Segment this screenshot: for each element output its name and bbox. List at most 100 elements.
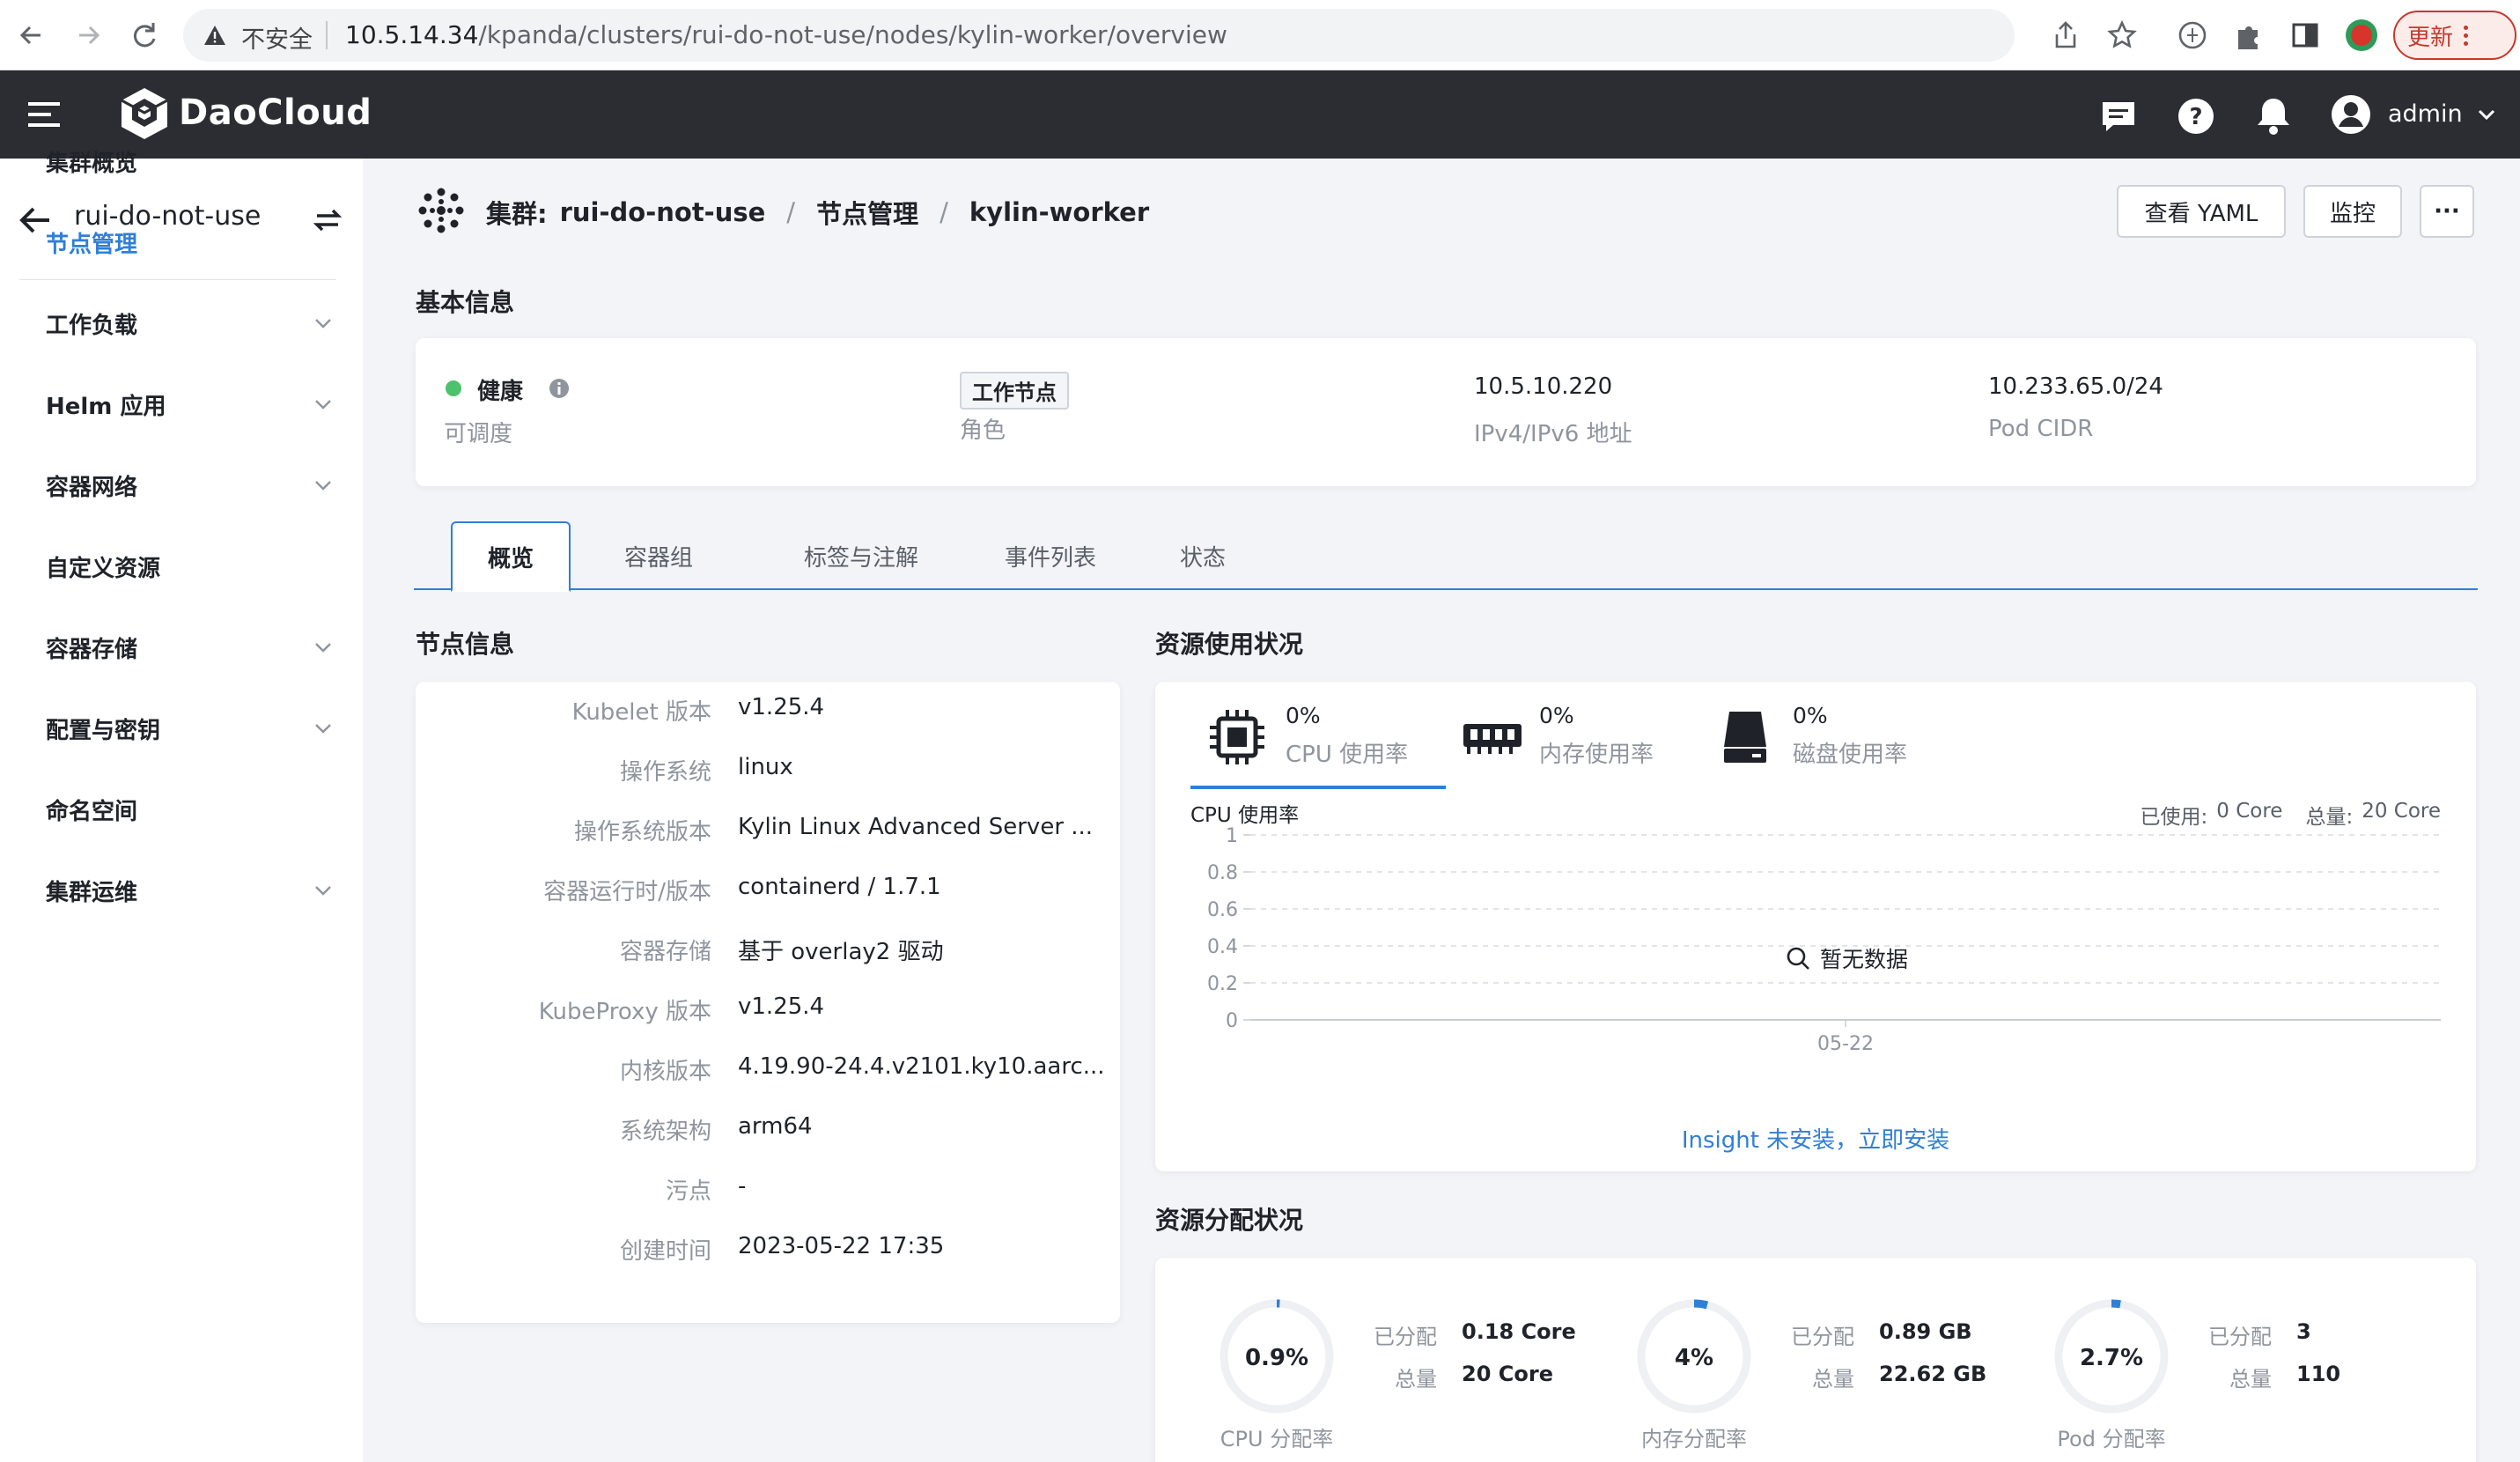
more-actions-button[interactable]: ··· [2420,185,2474,238]
monitor-button[interactable]: 监控 [2303,185,2402,238]
sidebar-item[interactable]: 容器存储 [46,621,336,674]
allocated-value: 0.18 Core [1462,1319,1576,1344]
extensions-puzzle-icon[interactable] [2231,18,2266,53]
user-name[interactable]: admin [2388,100,2463,128]
chevron-down-icon [313,317,336,329]
security-label: 不安全 [241,26,313,54]
sidebar-item[interactable]: 自定义资源 [46,540,336,593]
node-info-key: 操作系统版本 [573,819,711,845]
sidebar-item-label: 集群概览 [46,150,138,177]
sidebar-item[interactable]: 配置与密钥 [46,702,336,755]
status-label: 可调度 [444,421,513,447]
cpu-usage-tab[interactable] [1190,689,1446,786]
chart-x-tick-label: 05-22 [1817,1033,1874,1055]
update-label: 更新 [2407,24,2454,51]
ip-label: IPv4/IPv6 地址 [1474,421,1632,447]
usage-title: 资源使用状况 [1155,630,1304,659]
allocated-value: 3 [2296,1319,2311,1344]
address-bar[interactable]: 不安全 10.5.14.34/kpanda/clusters/rui-do-no… [183,9,2137,62]
help-icon[interactable]: ? [2177,97,2215,136]
basic-info-card: 健康 可调度 工作节点 角色 10.5.10.220 IPv4/IPv6 地址 … [416,338,2476,486]
allocation-label: CPU 分配率 [1219,1427,1334,1451]
url-text[interactable]: 10.5.14.34/kpanda/clusters/rui-do-not-us… [345,20,1227,49]
view-yaml-button[interactable]: 查看 YAML [2117,185,2286,238]
node-info-value: Kylin Linux Advanced Server ... [738,814,1094,840]
sidebar-item[interactable]: 集群运维 [46,864,336,917]
sidebar-item[interactable]: 命名空间 [46,783,336,836]
user-avatar-icon[interactable] [2330,93,2372,136]
chart-y-tick-label: 0 [1226,1010,1238,1032]
breadcrumb-node: kylin-worker [969,197,1150,227]
tab-pods[interactable]: 容器组 [606,521,711,590]
node-info-key: Kubelet 版本 [571,699,711,726]
reload-icon[interactable] [127,18,162,53]
forward-icon[interactable] [70,18,106,53]
status-value: 健康 [477,379,524,405]
sidebar-item[interactable]: Helm 应用 [46,378,336,431]
url-path: /kpanda/clusters/rui-do-not-use/nodes/ky… [478,20,1227,49]
bookmark-star-icon[interactable] [2106,19,2138,51]
tab-events[interactable]: 事件列表 [984,521,1116,590]
sidebar-item[interactable]: 工作负载 [46,297,336,350]
empty-state: 暂无数据 [1785,942,1908,974]
tab-overview[interactable]: 概览 [451,521,571,592]
total-value: 110 [2296,1362,2341,1386]
total-value: 20 Core [1462,1362,1553,1386]
app-header: DaoCloud ? admin [0,70,2520,159]
sidebar-item[interactable]: 节点管理 [46,216,336,269]
info-icon[interactable] [548,377,571,400]
allocation-ring: 4% [1634,1296,1754,1416]
insight-install-link[interactable]: Insight 未安装，立即安装 [1155,1122,2476,1155]
sidebar-item-label: 节点管理 [46,231,138,258]
disk-usage-tab[interactable] [1710,689,1948,786]
kebab-icon [2464,25,2469,46]
notification-bell-icon[interactable] [2254,95,2293,136]
message-icon[interactable] [2099,99,2138,134]
browser-update-button[interactable]: 更新 [2393,11,2516,60]
sidebar-item-label: 集群运维 [46,879,138,906]
node-info-key: 污点 [665,1178,711,1205]
node-info-row: KubeProxy 版本 v1.25.4 [416,993,1102,1029]
share-icon[interactable] [2050,19,2082,51]
node-info-row: 操作系统版本 Kylin Linux Advanced Server ... [416,814,1102,849]
back-icon[interactable] [14,18,49,53]
allocation-ring: 0.9% [1217,1296,1337,1416]
node-info-value: linux [738,754,793,780]
node-info-title: 节点信息 [416,630,515,659]
total-label: 总量 [1395,1367,1437,1392]
brand-name[interactable]: DaoCloud [179,92,372,133]
allocation-label: 内存分配率 [1641,1427,1747,1451]
profile-avatar-icon[interactable] [2344,18,2379,53]
node-info-row: 污点 - [416,1173,1102,1208]
side-panel-icon[interactable] [2288,18,2323,53]
tab-status[interactable]: 状态 [1161,521,1245,590]
svg-text:?: ? [2189,104,2202,130]
chevron-down-icon[interactable] [2476,106,2497,123]
allocation-percent: 0.9% [1245,1345,1308,1371]
memory-usage-tab[interactable] [1455,689,1692,786]
total-label: 总量 [2229,1367,2272,1392]
node-info-row: 操作系统 linux [416,754,1102,789]
chart-y-tick-label: 0.6 [1207,899,1238,921]
sidebar-item[interactable]: 容器网络 [46,459,336,512]
node-info-key: 容器存储 [619,939,711,965]
node-info-value: containerd / 1.7.1 [738,874,941,900]
allocated-label: 已分配 [1791,1325,1854,1349]
tab-labels-annotations[interactable]: 标签与注解 [791,521,932,590]
sidebar-divider [19,279,336,280]
chevron-down-icon [313,884,336,897]
hamburger-menu-icon[interactable] [26,99,62,130]
breadcrumb-section[interactable]: 节点管理 [816,194,918,231]
daocloud-logo-icon[interactable] [118,86,171,141]
allocated-label: 已分配 [1374,1325,1437,1349]
allocation-ring: 2.7% [2052,1296,2171,1416]
sidebar-item[interactable]: 集群概览 [46,135,336,188]
sidebar-item-label: 自定义资源 [46,555,161,582]
node-info-row: Kubelet 版本 v1.25.4 [416,694,1102,729]
node-info-key: 内核版本 [619,1059,711,1085]
breadcrumb-cluster[interactable]: rui-do-not-use [560,197,766,227]
chevron-down-icon [313,722,336,735]
extension-globe-icon[interactable] [2175,18,2210,53]
node-info-value: 基于 overlay2 驱动 [738,939,944,965]
node-info-row: 容器存储 基于 overlay2 驱动 [416,934,1102,969]
